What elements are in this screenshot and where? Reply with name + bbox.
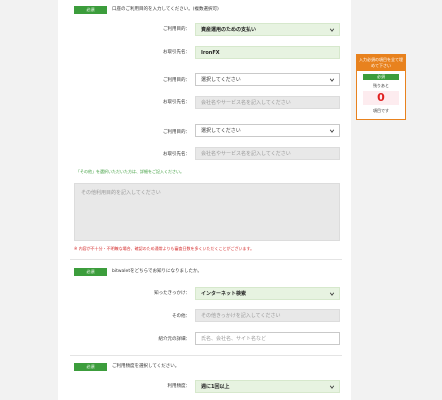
- required-badge: 必須: [74, 363, 107, 371]
- dest-label-3: お取引先名：: [163, 152, 190, 157]
- chevron-down-icon: [329, 28, 335, 32]
- chevron-down-icon: [329, 292, 335, 296]
- trigger-select[interactable]: インターネット検索: [195, 287, 340, 300]
- dest-input-1-value: IronFX: [201, 50, 220, 56]
- referrer-label: 紹介元の詳細：: [158, 337, 191, 342]
- progress-required-badge: 必須: [363, 74, 399, 80]
- section-title-purpose: 口座のご利用目的を入力してください。(複数選択可): [112, 7, 219, 12]
- referrer-placeholder: 氏名、会社名、サイト名など: [201, 336, 267, 342]
- chevron-down-icon: [329, 78, 335, 82]
- purpose-select-2[interactable]: 選択してください: [195, 73, 340, 86]
- trigger-other-placeholder: その他きっかけを記入してください: [201, 313, 281, 319]
- referrer-input[interactable]: 氏名、会社名、サイト名など: [195, 332, 340, 345]
- purpose-label-1: ご利用目的：: [163, 27, 190, 32]
- remaining-unit: 項目です: [373, 108, 389, 113]
- section-title-frequency: ご利用頻度を選択してください。: [112, 364, 180, 369]
- purpose-select-1[interactable]: 資産運用のための支払い: [195, 23, 340, 36]
- trigger-other-input[interactable]: その他きっかけを記入してください: [195, 309, 340, 322]
- other-purpose-placeholder: その他利用目的を記入してください: [81, 190, 161, 196]
- dest-label-1: お取引先名：: [163, 50, 190, 55]
- dest-input-3-placeholder: 会社名やサービス名を記入してください: [201, 151, 291, 157]
- purpose-select-3-value: 選択してください: [201, 128, 241, 134]
- chevron-down-icon: [329, 385, 335, 389]
- other-purpose-textarea[interactable]: その他利用目的を記入してください: [74, 183, 340, 241]
- purpose-label-2: ご利用目的：: [163, 78, 190, 83]
- frequency-label: 利用頻度：: [167, 384, 191, 389]
- section-divider: [70, 259, 342, 260]
- required-badge: 必須: [74, 6, 107, 14]
- dest-label-2: お取引先名：: [163, 100, 190, 105]
- progress-heading: 入力必須の項目を全て埋めて下さい: [357, 55, 405, 71]
- purpose-label-3: ご利用目的：: [163, 130, 190, 135]
- trigger-other-label: その他：: [172, 314, 190, 319]
- section-title-trigger: bitwaletをどちらでお知りになりましたか。: [112, 269, 202, 274]
- trigger-label: 知ったきっかけ：: [154, 291, 190, 296]
- chevron-down-icon: [329, 129, 335, 133]
- remaining-count: 0: [363, 91, 399, 105]
- required-badge: 必須: [74, 268, 107, 276]
- dest-input-2-placeholder: 会社名やサービス名を記入してください: [201, 100, 291, 106]
- purpose-select-1-value: 資産運用のための支払い: [201, 27, 257, 33]
- other-note: 「その他」を選択いただいた方は、詳細をご記入ください。: [76, 169, 184, 174]
- dest-input-1[interactable]: IronFX: [195, 46, 340, 59]
- warning-note: ※ 内容が不十分・不明瞭な場合、確認のため通常よりも審査日数を多くいただくことが…: [74, 246, 255, 251]
- trigger-select-value: インターネット検索: [201, 291, 247, 297]
- remaining-label: 残りあと: [373, 83, 389, 88]
- frequency-select-value: 週に1回以上: [201, 384, 230, 390]
- purpose-select-2-value: 選択してください: [201, 77, 241, 83]
- dest-input-2[interactable]: 会社名やサービス名を記入してください: [195, 96, 340, 109]
- purpose-select-3[interactable]: 選択してください: [195, 124, 340, 137]
- section-divider: [70, 355, 342, 356]
- frequency-select[interactable]: 週に1回以上: [195, 380, 340, 393]
- required-progress-box: 入力必須の項目を全て埋めて下さい 必須 残りあと 0 項目です: [356, 54, 406, 120]
- dest-input-3[interactable]: 会社名やサービス名を記入してください: [195, 147, 340, 160]
